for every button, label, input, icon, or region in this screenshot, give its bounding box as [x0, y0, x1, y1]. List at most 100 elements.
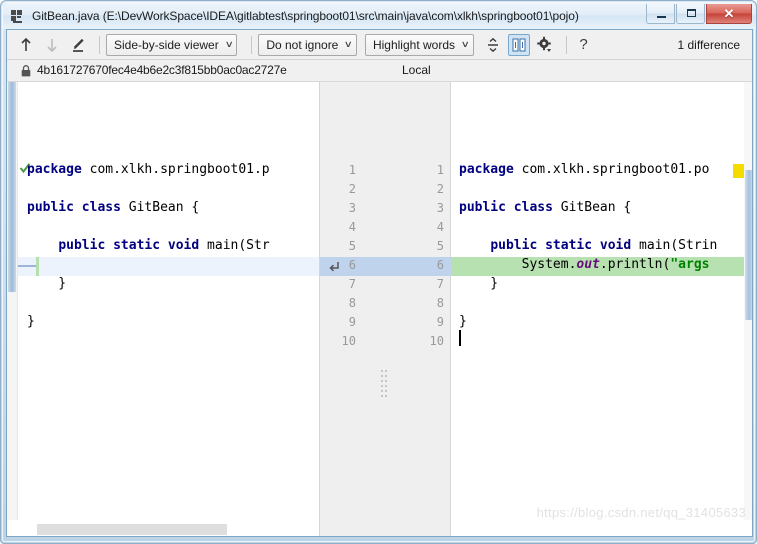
window-title: GitBean.java (E:\DevWorkSpace\IDEA\gitla… [32, 9, 579, 23]
local-version-label: Local [402, 63, 431, 77]
left-current-line-highlight [18, 257, 319, 276]
drag-dot [385, 395, 387, 397]
difference-count-label: 1 difference [677, 37, 741, 52]
title-bar: GitBean.java (E:\DevWorkSpace\IDEA\gitla… [3, 3, 756, 29]
pencil-edit-icon[interactable] [67, 34, 89, 56]
highlight-policy-label: Highlight words [372, 37, 455, 52]
code-line: public class GitBean { [27, 200, 199, 215]
code-token: public [27, 200, 74, 215]
code-token: .println( [599, 257, 671, 272]
code-token: } [459, 314, 467, 329]
code-token: GitBean { [552, 200, 632, 215]
minimize-glyph [657, 16, 666, 18]
toolbar-separator [99, 35, 100, 54]
maximize-button[interactable] [676, 4, 705, 24]
chevron-down-icon: ∨ [460, 39, 470, 49]
yellow-change-marker [733, 164, 744, 178]
gutter-bottom-spacer [319, 520, 451, 536]
code-token: void [167, 238, 200, 253]
collapse-unchanged-icon[interactable] [482, 34, 504, 56]
toolbar-separator-3 [565, 35, 567, 54]
code-line: package com.xlkh.springboot01.p [27, 162, 270, 177]
gutter-line-number-left: 3 [348, 201, 356, 215]
left-editor-pane[interactable]: package com.xlkh.springboot01.p public cl… [7, 82, 319, 536]
viewer-mode-label: Side-by-side viewer [114, 37, 219, 52]
revision-hash-label: 4b161727670fec4e4b6e2c3f815bb0ac0ac2727e [37, 63, 287, 77]
code-line: public class GitBean { [459, 200, 631, 215]
code-token: package [459, 162, 514, 177]
chevron-down-icon: ∨ [224, 39, 234, 49]
drag-dot [385, 390, 387, 392]
code-token: System. [459, 257, 577, 272]
viewer-mode-combo[interactable]: Side-by-side viewer ∨ [106, 33, 238, 56]
gutter-line-number-right: 5 [436, 239, 444, 253]
lock-icon [21, 64, 31, 77]
drag-dot [381, 375, 383, 377]
arrow-up-icon[interactable] [15, 34, 37, 56]
drag-handle-dots-icon[interactable] [381, 370, 387, 397]
right-horizontal-scrollbar[interactable] [451, 520, 752, 536]
code-line: } [459, 276, 498, 291]
horizontal-scrollbars [7, 520, 752, 536]
code-line: package com.xlkh.springboot01.po [459, 162, 709, 177]
code-line: System.out.println("args [459, 257, 710, 272]
left-change-markers-strip[interactable] [7, 82, 18, 536]
right-editor-pane[interactable]: package com.xlkh.springboot01.po public c… [451, 82, 752, 536]
gutter-line-number-left: 1 [348, 163, 356, 177]
close-button[interactable]: ✕ [706, 4, 752, 24]
ignore-policy-combo[interactable]: Do not ignore ∨ [258, 33, 357, 56]
gutter-line-number-left: 5 [348, 239, 356, 253]
code-line: public static void main(Strin [459, 238, 717, 253]
code-token: main(Strin [631, 238, 718, 253]
arrow-down-icon[interactable] [41, 34, 63, 56]
help-icon[interactable]: ? [573, 34, 595, 56]
java-file-icon [10, 8, 26, 24]
code-token: com.xlkh.springboot01.p [81, 162, 270, 177]
gutter-line-number-right: 1 [436, 163, 444, 177]
code-token: out [576, 257, 600, 272]
left-horizontal-scrollbar[interactable] [7, 520, 319, 536]
diff-body: package com.xlkh.springboot01.p public cl… [7, 82, 752, 536]
code-token: void [599, 238, 632, 253]
code-line: } [27, 314, 35, 329]
minimize-button[interactable] [646, 4, 675, 24]
client-area: Side-by-side viewer ∨ Do not ignore ∨ Hi… [6, 29, 753, 537]
code-token: class [81, 200, 121, 215]
right-vertical-scrollbar-thumb[interactable] [745, 170, 752, 320]
left-vertical-scrollbar-thumb[interactable] [8, 82, 16, 292]
gear-settings-icon[interactable] [534, 34, 556, 56]
highlight-policy-combo[interactable]: Highlight words ∨ [364, 33, 474, 56]
code-token: public [58, 238, 106, 253]
left-insertion-marker [36, 257, 39, 276]
drag-dot [385, 385, 387, 387]
diff-toolbar: Side-by-side viewer ∨ Do not ignore ∨ Hi… [7, 30, 752, 60]
code-token: com.xlkh.springboot01.po [513, 162, 710, 177]
gutter-line-number-right: 6 [436, 258, 444, 272]
maximize-glyph [687, 9, 696, 17]
right-change-markers-strip[interactable] [744, 82, 752, 536]
gutter-line-number-left: 8 [348, 296, 356, 310]
close-icon: ✕ [723, 5, 735, 21]
gutter-line-number-right: 9 [436, 315, 444, 329]
window-controls: ✕ [645, 4, 752, 24]
left-horizontal-scrollbar-thumb[interactable] [37, 524, 227, 535]
chevron-down-icon: ∨ [344, 39, 354, 49]
code-token: } [459, 276, 499, 291]
code-token: class [513, 200, 553, 215]
gutter-line-number-left: 9 [348, 315, 356, 329]
code-token: package [27, 162, 82, 177]
gutter-line-number-right: 7 [436, 277, 444, 291]
drag-dot [381, 380, 383, 382]
code-line: } [27, 276, 66, 291]
gutter-line-number-left: 10 [341, 334, 356, 348]
code-token: } [27, 314, 35, 329]
synchronize-scroll-icon[interactable] [507, 33, 530, 56]
code-line: } [459, 314, 467, 329]
gutter-line-number-left: 7 [348, 277, 356, 291]
